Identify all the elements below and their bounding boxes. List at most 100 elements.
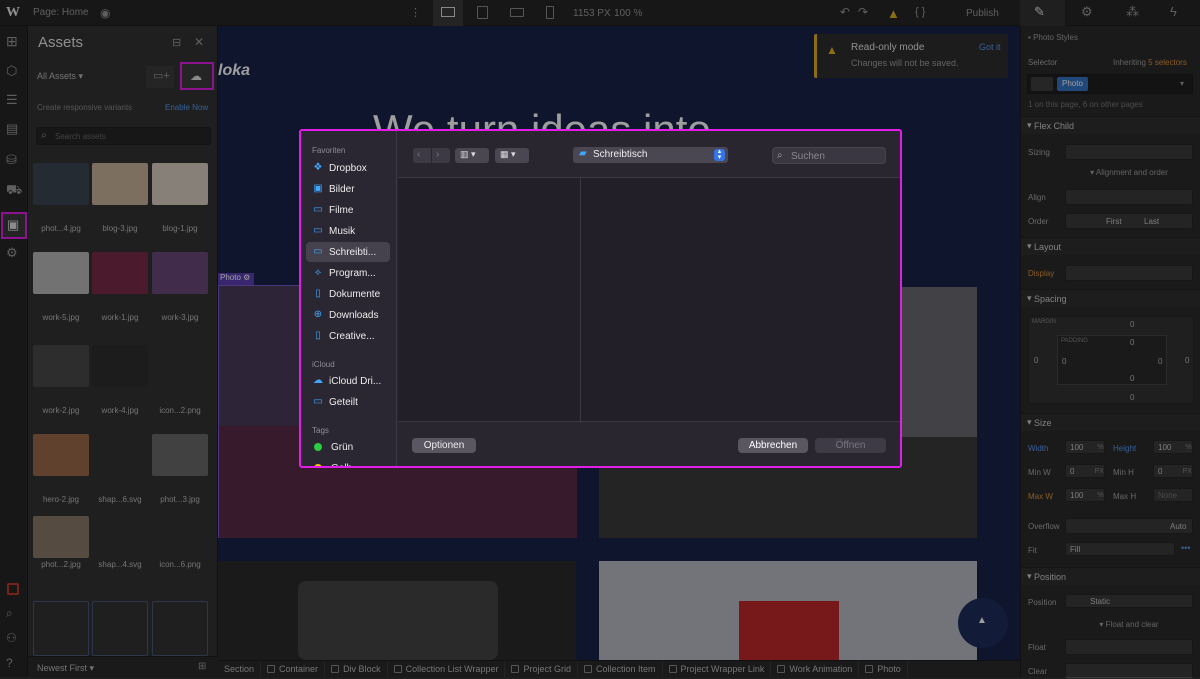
- options-button[interactable]: Optionen: [412, 438, 476, 453]
- sidebar-item-downloads[interactable]: ⊕ Downloads: [306, 305, 390, 325]
- padding-bottom[interactable]: 0: [1130, 374, 1134, 383]
- asset-thumbnail[interactable]: [92, 516, 148, 558]
- asset-thumbnail[interactable]: [33, 163, 89, 205]
- section-flex-child[interactable]: ▾ Flex Child: [1021, 116, 1200, 134]
- cms-icon[interactable]: ⛁: [6, 153, 17, 167]
- align-control[interactable]: [1065, 189, 1193, 205]
- max-w-input[interactable]: 100%: [1065, 488, 1105, 502]
- tag-item[interactable]: Grün: [306, 437, 390, 457]
- order-control[interactable]: First Last: [1065, 213, 1193, 229]
- sidebar-item-dropbox[interactable]: ❖ Dropbox: [306, 158, 390, 178]
- enable-now-link[interactable]: Enable Now: [165, 103, 208, 112]
- view-mode-button[interactable]: ▥ ▾: [455, 148, 489, 163]
- max-h-input[interactable]: None: [1153, 488, 1193, 502]
- ecommerce-icon[interactable]: ⛟: [6, 183, 22, 197]
- asset-thumbnail[interactable]: [92, 601, 148, 656]
- warning-icon[interactable]: ▲: [887, 6, 900, 21]
- sidebar-item-schreibti[interactable]: ▭ Schreibti...: [306, 242, 390, 262]
- tab-style[interactable]: ✎: [1020, 0, 1065, 26]
- padding-left[interactable]: 0: [1062, 357, 1066, 366]
- asset-thumbnail[interactable]: [152, 516, 208, 558]
- symbols-icon[interactable]: ⬡: [6, 64, 17, 78]
- spacing-box[interactable]: MARGIN 0 0 0 0 PADDING 0 0 0 0: [1028, 316, 1194, 404]
- undo-icon[interactable]: ↶: [840, 5, 850, 19]
- sidebar-item-iclouddri[interactable]: ☁ iCloud Dri...: [306, 371, 390, 391]
- asset-thumbnail[interactable]: [92, 252, 148, 294]
- order-first[interactable]: First: [1106, 217, 1122, 226]
- got-it-link[interactable]: Got it: [979, 42, 1001, 52]
- close-icon[interactable]: ✕: [194, 35, 204, 49]
- work-photo-4[interactable]: [599, 561, 977, 660]
- asset-filter[interactable]: All Assets ▾: [37, 71, 83, 82]
- asset-thumbnail[interactable]: [152, 434, 208, 476]
- sidebar-item-program[interactable]: ⟡ Program...: [306, 263, 390, 283]
- more-icon[interactable]: ⋮: [410, 6, 421, 20]
- overflow-auto[interactable]: Auto: [1170, 522, 1186, 531]
- landscape-icon[interactable]: [510, 8, 524, 17]
- redo-icon[interactable]: ↷: [858, 5, 868, 19]
- section-spacing[interactable]: ▾ Spacing: [1021, 289, 1200, 307]
- breadcrumb-item[interactable]: Project Wrapper Link: [663, 661, 772, 677]
- asset-thumbnail[interactable]: [33, 434, 89, 476]
- order-last[interactable]: Last: [1144, 217, 1159, 226]
- new-folder-button[interactable]: ▭+: [146, 66, 174, 88]
- asset-thumbnail[interactable]: [92, 345, 148, 387]
- padding-box[interactable]: PADDING 0 0 0 0: [1057, 335, 1167, 385]
- pages-icon[interactable]: ▤: [6, 122, 18, 136]
- margin-left[interactable]: 0: [1034, 356, 1038, 365]
- forward-button[interactable]: ›: [432, 148, 450, 163]
- sort-select[interactable]: Newest First ▾: [37, 663, 94, 674]
- section-layout[interactable]: ▾ Layout: [1021, 237, 1200, 255]
- file-browser[interactable]: [398, 177, 900, 423]
- add-icon[interactable]: ⊞: [6, 34, 18, 48]
- padding-right[interactable]: 0: [1158, 357, 1162, 366]
- asset-thumbnail[interactable]: [33, 601, 89, 656]
- section-position[interactable]: ▾ Position: [1021, 567, 1200, 585]
- float-control[interactable]: [1065, 639, 1193, 655]
- cancel-button[interactable]: Abbrechen: [738, 438, 808, 453]
- desktop-breakpoint[interactable]: [433, 0, 463, 26]
- asset-thumbnail[interactable]: [33, 345, 89, 387]
- chevron-down-icon[interactable]: ▾: [1180, 77, 1184, 91]
- group-button[interactable]: ▦ ▾: [495, 148, 529, 163]
- sidebar-item-dokumente[interactable]: ▯ Dokumente: [306, 284, 390, 304]
- position-select[interactable]: Static: [1065, 594, 1193, 608]
- breadcrumb-item[interactable]: Container: [261, 661, 326, 677]
- asset-thumbnail[interactable]: [92, 434, 148, 476]
- selector-tag[interactable]: Photo: [1057, 77, 1088, 91]
- code-icon[interactable]: { }: [915, 5, 925, 19]
- asset-thumbnail[interactable]: [152, 345, 208, 387]
- upload-button[interactable]: ☁: [180, 62, 214, 90]
- asset-thumbnail[interactable]: [92, 163, 148, 205]
- min-w-input[interactable]: 0 PX: [1065, 464, 1105, 478]
- sidebar-item-filme[interactable]: ▭ Filme: [306, 200, 390, 220]
- location-popup[interactable]: ▰ Schreibtisch ▴ ▾: [573, 147, 728, 163]
- search-icon[interactable]: ⌕: [6, 606, 13, 620]
- settings-icon[interactable]: ⚙: [6, 246, 18, 260]
- dialog-search-input[interactable]: ⌕ Suchen: [772, 147, 886, 164]
- breadcrumb-item[interactable]: Project Grid: [505, 661, 578, 677]
- breadcrumb-item[interactable]: Collection Item: [578, 661, 663, 677]
- margin-bottom[interactable]: 0: [1130, 393, 1134, 402]
- more-icon[interactable]: •••: [1181, 543, 1190, 553]
- breadcrumb-item[interactable]: Section: [218, 661, 262, 677]
- selector-menu-icon[interactable]: [1031, 77, 1053, 91]
- display-control[interactable]: [1065, 265, 1193, 281]
- float-clear-toggle[interactable]: ▾ Float and clear: [1065, 620, 1193, 629]
- padding-top[interactable]: 0: [1130, 338, 1134, 347]
- overflow-control[interactable]: Auto: [1065, 518, 1193, 534]
- inheriting-count[interactable]: 5 selectors: [1148, 58, 1187, 67]
- selector-field[interactable]: Photo ▾: [1027, 74, 1193, 94]
- asset-thumbnail[interactable]: [152, 601, 208, 656]
- phone-icon[interactable]: [546, 6, 554, 19]
- breadcrumb-item[interactable]: Photo: [859, 661, 908, 677]
- sidebar-item-geteilt[interactable]: ▭ Geteilt: [306, 392, 390, 412]
- sidebar-item-musik[interactable]: ▭ Musik: [306, 221, 390, 241]
- search-input[interactable]: ⌕ Search assets: [36, 127, 211, 145]
- width-input[interactable]: 100%: [1065, 440, 1105, 454]
- tablet-icon[interactable]: [477, 6, 488, 19]
- assets-rail-button[interactable]: ▣: [1, 212, 27, 239]
- asset-thumbnail[interactable]: [152, 163, 208, 205]
- alignment-order-toggle[interactable]: ▾ Alignment and order: [1065, 168, 1193, 177]
- sizing-control[interactable]: [1065, 144, 1193, 160]
